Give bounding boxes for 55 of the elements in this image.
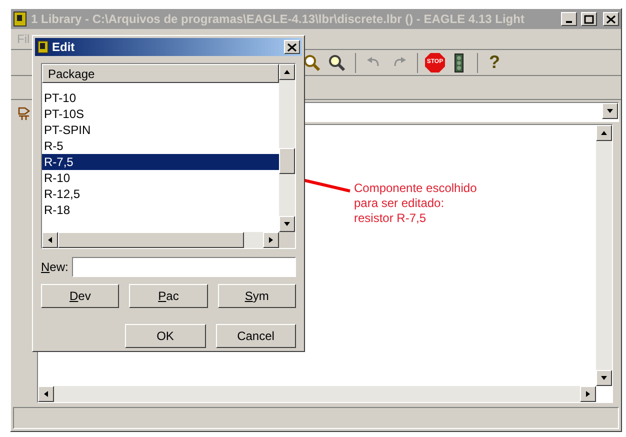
close-button[interactable] [284,40,300,54]
close-icon [606,14,616,24]
scrollbar-corner [279,232,295,248]
list-item[interactable]: PT-10 [42,90,279,106]
list-vertical-scrollbar[interactable] [279,64,295,232]
triangle-icon [284,69,290,75]
triangle-icon [268,237,274,243]
triangle-icon [601,130,607,136]
list-item[interactable]: R-5 [42,138,279,154]
triangle-icon [284,221,290,227]
scroll-left-button[interactable] [38,386,54,402]
annotation-text: Componente escolhido para ser editado: resistor R-7,5 [354,181,477,226]
list-item[interactable]: PT-SPIN [42,122,279,138]
close-button[interactable] [603,12,619,26]
column-header[interactable]: Package [42,64,279,83]
triangle-icon [585,391,591,397]
maximize-icon [584,14,594,24]
list-item[interactable]: R-12,5 [42,186,279,202]
scroll-right-button[interactable] [580,386,596,402]
dialog-button[interactable]: Dev [41,284,120,308]
list-item[interactable]: PT-10S [42,106,279,122]
new-label: New: [41,259,68,276]
scroll-up-button[interactable] [596,125,612,141]
scroll-thumb[interactable] [58,232,244,248]
horizontal-scrollbar[interactable] [38,386,596,402]
list-item[interactable]: R-18 [42,202,279,218]
app-icon [13,11,27,27]
scroll-down-button[interactable] [596,370,612,386]
triangle-icon [601,375,607,381]
minimize-button[interactable] [561,12,577,26]
list-horizontal-scrollbar[interactable] [42,232,279,248]
dropdown-button[interactable] [602,103,618,119]
vertical-scrollbar[interactable] [596,125,612,386]
help-button[interactable]: ? [485,49,504,76]
window-title: 1 Library - C:\Arquivos de programas\EAGLE-4.13\lbr\discrete.lbr () - EAGLE 4.13 Light [31,11,526,28]
triangle-icon [607,108,613,114]
dialog-button[interactable]: Pac [129,284,208,308]
dialog-button[interactable]: Sym [218,284,296,308]
ok-button[interactable]: OK [125,324,206,348]
scroll-up-button[interactable] [279,64,295,80]
app-icon [37,40,49,54]
new-name-field[interactable] [72,257,296,277]
maximize-button[interactable] [581,12,597,26]
scroll-right-button[interactable] [263,232,279,248]
scroll-thumb[interactable] [279,148,295,174]
scroll-left-button[interactable] [42,232,58,248]
close-icon [287,42,297,52]
minimize-icon [566,21,572,23]
triangle-icon [47,237,53,243]
list-item[interactable]: R-10 [42,170,279,186]
list-item[interactable]: R-7,5 [42,154,279,170]
triangle-icon [43,391,49,397]
dialog-title: Edit [52,39,76,56]
cancel-button[interactable]: Cancel [216,324,296,348]
scroll-down-button[interactable] [279,216,295,232]
